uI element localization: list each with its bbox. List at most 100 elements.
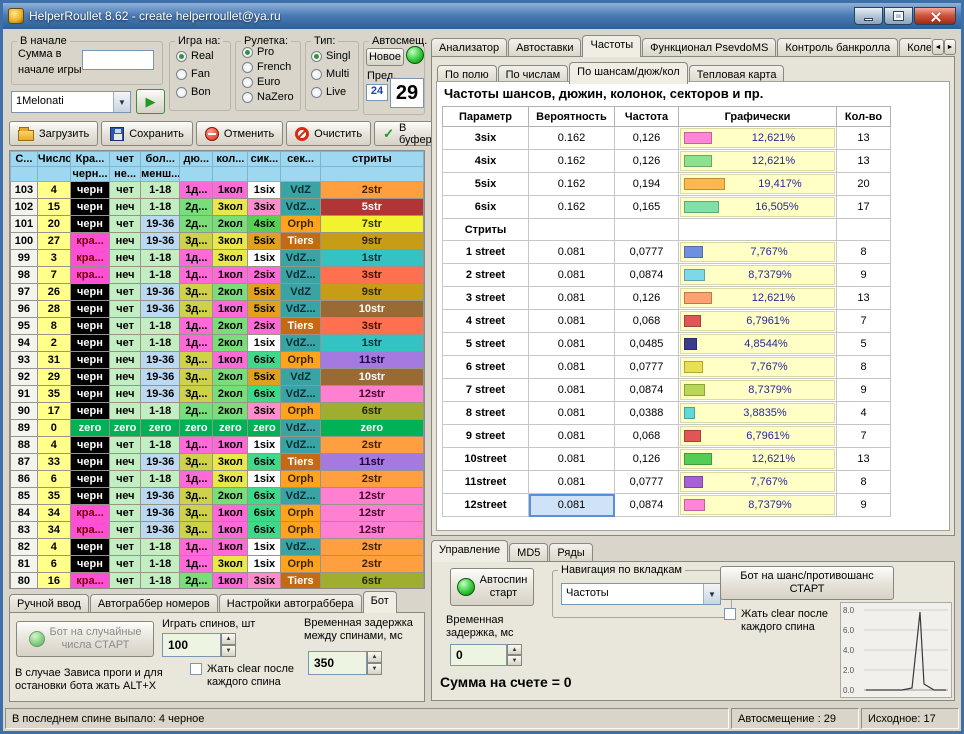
history-cell[interactable]: чет	[110, 216, 141, 233]
history-cell[interactable]: чет	[110, 284, 141, 301]
history-cell[interactable]: черн	[70, 199, 109, 216]
history-cell[interactable]: 8	[37, 318, 70, 335]
history-cell[interactable]: 1-18	[141, 182, 180, 199]
history-cell[interactable]: 3кол	[213, 250, 248, 267]
history-cell[interactable]: 81	[11, 556, 38, 573]
freq-prob-cell[interactable]: 0.081	[529, 494, 615, 517]
undo-button[interactable]: Отменить	[196, 121, 283, 146]
spinner-down-button[interactable]: ▼	[221, 645, 236, 657]
freq-freq-cell[interactable]: 0,126	[615, 287, 679, 310]
freq-prob-cell[interactable]: 0.081	[529, 333, 615, 356]
history-cell[interactable]: 17	[37, 403, 70, 420]
history-cell[interactable]: zero	[141, 420, 180, 437]
freq-count-cell[interactable]: 13	[837, 127, 891, 150]
history-cell[interactable]: кра...	[70, 505, 109, 522]
history-cell[interactable]: 5str	[320, 199, 423, 216]
history-header-cell[interactable]: черн...	[70, 167, 109, 182]
history-cell[interactable]: 3six	[248, 199, 281, 216]
history-cell[interactable]: 3	[37, 250, 70, 267]
history-cell[interactable]: 19-36	[141, 216, 180, 233]
freq-graph-cell[interactable]: 7,767%	[679, 356, 837, 379]
history-cell[interactable]: 19-36	[141, 284, 180, 301]
history-cell[interactable]: 6six	[248, 488, 281, 505]
history-cell[interactable]: черн	[70, 403, 109, 420]
tabscroll-left-button[interactable]: ◄	[932, 39, 944, 55]
radio-game-fan[interactable]: Fan	[176, 68, 210, 80]
history-cell[interactable]: 2str	[320, 182, 423, 199]
freq-freq-cell[interactable]: 0,0485	[615, 333, 679, 356]
spinner-up-button[interactable]: ▲	[507, 644, 522, 655]
history-cell[interactable]: 2six	[248, 267, 281, 284]
spins-spinner[interactable]: 100 ▲▼	[162, 633, 236, 657]
history-cell[interactable]: 3str	[320, 318, 423, 335]
history-cell[interactable]: 4	[37, 437, 70, 454]
history-cell[interactable]: черн	[70, 216, 109, 233]
clear-button[interactable]: Очистить	[286, 121, 371, 146]
history-cell[interactable]: 1six	[248, 471, 281, 488]
history-cell[interactable]: 85	[11, 488, 38, 505]
chance-bot-button[interactable]: Бот на шанс/противошансСТАРТ	[720, 566, 894, 600]
freq-graph-cell[interactable]: 19,417%	[679, 173, 837, 196]
freq-param-cell[interactable]: 1 street	[443, 241, 529, 264]
history-cell[interactable]: 6six	[248, 352, 281, 369]
tab-psevdoms[interactable]: Функционал PsevdoMS	[642, 38, 776, 57]
history-cell[interactable]: 12str	[320, 488, 423, 505]
history-cell[interactable]: чет	[110, 522, 141, 539]
history-cell[interactable]: кра...	[70, 267, 109, 284]
history-cell[interactable]: 1-18	[141, 556, 180, 573]
history-cell[interactable]: zero	[110, 420, 141, 437]
freq-count-cell[interactable]: 9	[837, 494, 891, 517]
history-cell[interactable]: 19-36	[141, 352, 180, 369]
freq-freq-cell[interactable]: 0,0777	[615, 471, 679, 494]
history-cell[interactable]: 6six	[248, 386, 281, 403]
history-cell[interactable]: 1-18	[141, 335, 180, 352]
history-cell[interactable]: 1д...	[180, 539, 213, 556]
history-cell[interactable]: VdZ...	[281, 199, 320, 216]
history-cell[interactable]: 2str	[320, 437, 423, 454]
history-cell[interactable]: 92	[11, 369, 38, 386]
history-cell[interactable]: 90	[11, 403, 38, 420]
history-cell[interactable]: VdZ...	[281, 437, 320, 454]
spinner-up-button[interactable]: ▲	[367, 651, 382, 663]
freq-prob-cell[interactable]: 0.081	[529, 264, 615, 287]
history-cell[interactable]: 86	[11, 471, 38, 488]
history-header-cell[interactable]	[37, 167, 70, 182]
history-cell[interactable]: 2кол	[213, 335, 248, 352]
freq-count-cell[interactable]: 9	[837, 264, 891, 287]
history-cell[interactable]: 102	[11, 199, 38, 216]
freq-prob-cell[interactable]: 0.081	[529, 379, 615, 402]
history-cell[interactable]: 15	[37, 199, 70, 216]
history-cell[interactable]: VdZ...	[281, 420, 320, 437]
chevron-down-icon[interactable]: ▼	[703, 584, 720, 604]
history-header-cell[interactable]: не...	[110, 167, 141, 182]
history-cell[interactable]: 3д...	[180, 369, 213, 386]
history-cell[interactable]: VdZ	[281, 284, 320, 301]
history-cell[interactable]: 93	[11, 352, 38, 369]
history-cell[interactable]: 80	[11, 573, 38, 590]
radio-roulette-french[interactable]: French	[242, 61, 291, 73]
delay-value[interactable]: 0	[450, 644, 507, 666]
history-cell[interactable]: 1д...	[180, 250, 213, 267]
history-cell[interactable]: zero	[180, 420, 213, 437]
history-cell[interactable]: VdZ...	[281, 301, 320, 318]
freq-param-cell[interactable]: 4 street	[443, 310, 529, 333]
freq-graph-cell[interactable]: 12,621%	[679, 127, 837, 150]
history-cell[interactable]: 5six	[248, 284, 281, 301]
freq-graph-cell[interactable]: 6,7961%	[679, 425, 837, 448]
maximize-button[interactable]	[884, 7, 913, 25]
history-cell[interactable]: 4six	[248, 216, 281, 233]
freq-prob-cell[interactable]: 0.162	[529, 173, 615, 196]
history-cell[interactable]: 1six	[248, 250, 281, 267]
freq-graph-cell[interactable]: 16,505%	[679, 196, 837, 219]
history-cell[interactable]: черн	[70, 182, 109, 199]
history-cell[interactable]: VdZ	[281, 182, 320, 199]
history-cell[interactable]: черн	[70, 352, 109, 369]
history-header-cell[interactable]: Кра...	[70, 152, 109, 167]
chevron-down-icon[interactable]: ▼	[113, 92, 130, 112]
freq-prob-cell[interactable]: 0.081	[529, 448, 615, 471]
history-header-cell[interactable]	[11, 167, 38, 182]
history-cell[interactable]: 3д...	[180, 233, 213, 250]
tab-frequencies[interactable]: Частоты	[582, 35, 641, 57]
history-cell[interactable]: 11str	[320, 454, 423, 471]
tab-control[interactable]: Управление	[431, 540, 508, 562]
